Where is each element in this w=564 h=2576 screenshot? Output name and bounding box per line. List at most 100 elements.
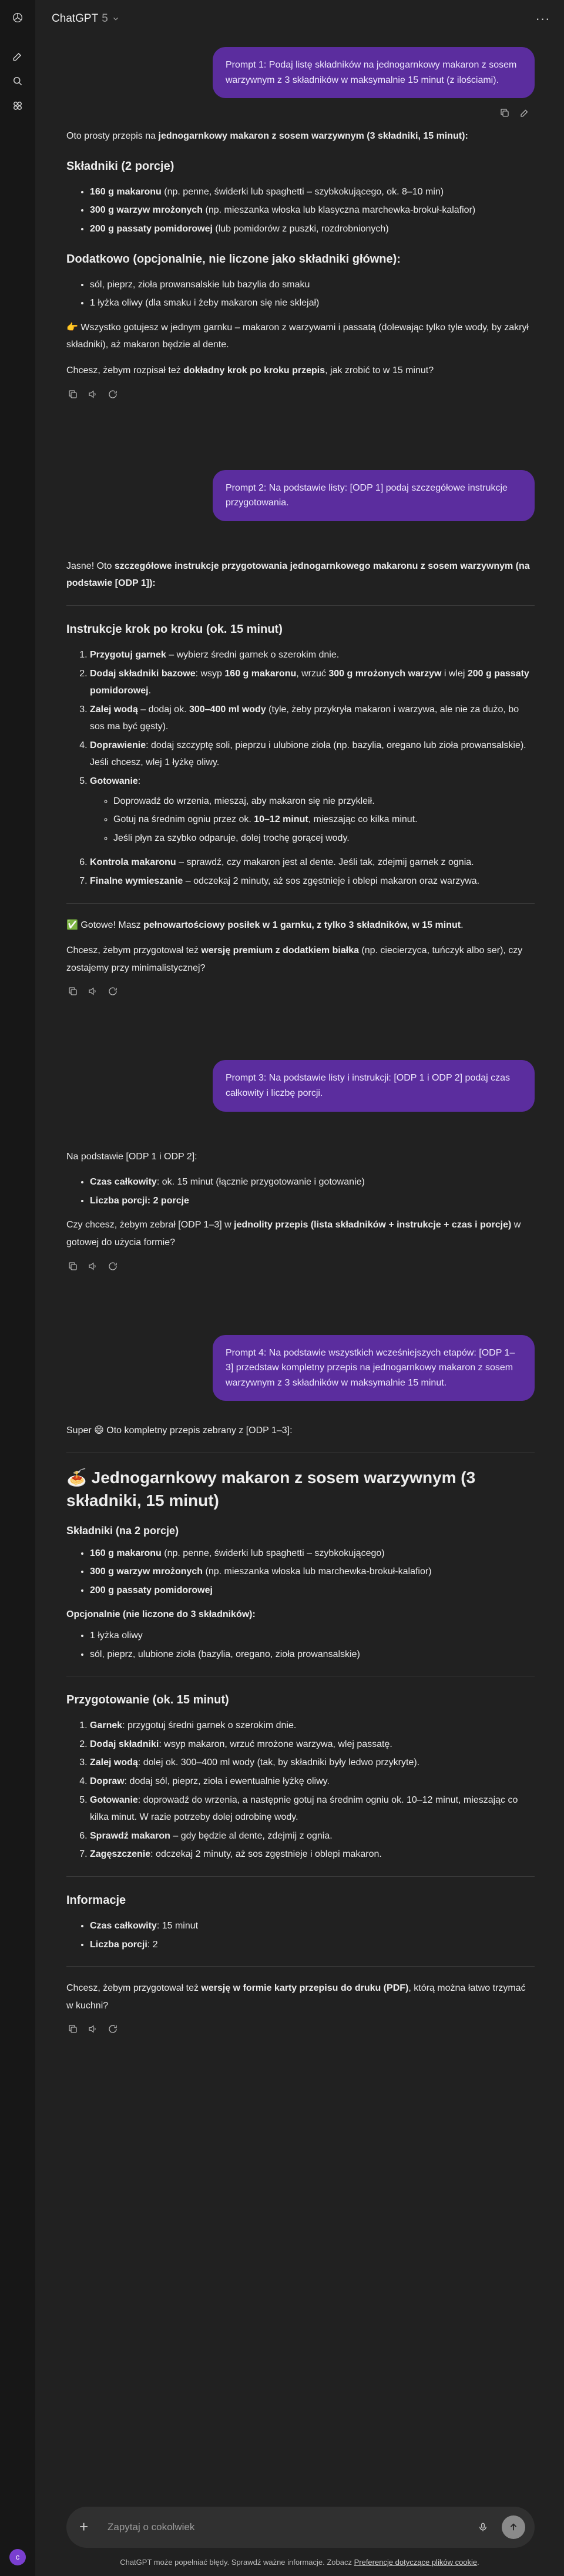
divider [66, 903, 535, 904]
user-bubble: Prompt 1: Podaj listę składników na jedn… [213, 47, 535, 99]
assistant-message: Jasne! Oto szczegółowe instrukcje przygo… [66, 558, 535, 998]
list-item: Liczba porcji: 2 [90, 1936, 535, 1954]
list-item: Gotuj na średnim ogniu przez ok. 10–12 m… [113, 811, 535, 829]
library-icon[interactable] [9, 98, 26, 114]
user-bubble: Prompt 2: Na podstawie listy: [ODP 1] po… [213, 469, 535, 521]
copy-icon[interactable] [66, 388, 79, 401]
paragraph: ✅ Gotowe! Masz pełnowartościowy posiłek … [66, 920, 464, 930]
cookie-preferences-link[interactable]: Preferencje dotyczące plików cookie [354, 2558, 478, 2567]
copy-icon[interactable] [498, 106, 511, 119]
copy-icon[interactable] [66, 1260, 79, 1273]
speaker-icon[interactable] [86, 388, 99, 401]
paragraph: Czy chcesz, żebym zebrał [ODP 1–3] w jed… [66, 1220, 521, 1247]
avatar[interactable]: c [9, 2549, 26, 2565]
edit-icon[interactable] [518, 106, 531, 119]
regenerate-icon[interactable] [106, 388, 119, 401]
section-heading: Składniki (2 porcje) [66, 159, 174, 173]
recipe-title: 🍝 Jednogarnkowy makaron z sosem warzywny… [66, 1468, 476, 1510]
openai-logo-icon[interactable] [9, 9, 26, 26]
list-item: 1 łyżka oliwy [90, 1627, 535, 1645]
user-message: Prompt 3: Na podstawie listy i instrukcj… [66, 1060, 535, 1112]
user-bubble: Prompt 3: Na podstawie listy i instrukcj… [213, 1060, 535, 1112]
summary-list: Czas całkowity: ok. 15 minut (łącznie pr… [90, 1173, 535, 1209]
section-heading: Informacje [66, 1893, 126, 1907]
regenerate-icon[interactable] [106, 985, 119, 998]
paragraph: Jasne! Oto szczegółowe instrukcje przygo… [66, 561, 530, 589]
assistant-actions [66, 388, 535, 401]
speaker-icon[interactable] [86, 1260, 99, 1273]
ingredient-list: 160 g makaronu (np. penne, świderki lub … [90, 183, 535, 238]
list-item: Garnek: przygotuj średni garnek o szerok… [90, 1717, 535, 1735]
user-message-actions [66, 106, 531, 119]
assistant-actions [66, 1260, 535, 1273]
section-heading: Instrukcje krok po kroku (ok. 15 minut) [66, 622, 283, 636]
chevron-down-icon [112, 15, 120, 23]
search-icon[interactable] [9, 73, 26, 89]
model-version: 5 [102, 12, 108, 25]
list-item: Kontrola makaronu – sprawdź, czy makaron… [90, 854, 535, 871]
new-chat-icon[interactable] [9, 48, 26, 65]
list-item: Finalne wymieszanie – odczekaj 2 minuty,… [90, 873, 535, 890]
more-options-icon[interactable]: ··· [535, 11, 551, 27]
list-item: Zagęszczenie: odczekaj 2 minuty, aż sos … [90, 1846, 535, 1863]
regenerate-icon[interactable] [106, 2022, 119, 2035]
paragraph: Chcesz, żebym przygotował też wersję w f… [66, 1983, 526, 2011]
conversation: Prompt 1: Podaj listę składników na jedn… [66, 38, 535, 2035]
list-item: 200 g passaty pomidorowej [90, 1582, 535, 1599]
list-item: Zalej wodą – dodaj ok. 300–400 ml wody (… [90, 701, 535, 736]
message-composer: + [66, 2507, 535, 2548]
assistant-message: Super 😄 Oto kompletny przepis zebrany z … [66, 1422, 535, 2035]
list-item: Zalej wodą: dolej ok. 300–400 ml wody (t… [90, 1754, 535, 1772]
send-button[interactable] [502, 2515, 525, 2539]
regenerate-icon[interactable] [106, 1260, 119, 1273]
list-item: 300 g warzyw mrożonych (np. mieszanka wł… [90, 1563, 535, 1581]
section-heading: Opcjonalnie (nie liczone do 3 składników… [66, 1609, 256, 1620]
paragraph: Super 😄 Oto kompletny przepis zebrany z … [66, 1425, 293, 1436]
list-item: Doprawienie: dodaj szczyptę soli, pieprz… [90, 737, 535, 772]
user-bubble: Prompt 4: Na podstawie wszystkich wcześn… [213, 1334, 535, 1401]
list-item: Przygotuj garnek – wybierz średni garnek… [90, 646, 535, 664]
prompt-input[interactable] [108, 2521, 475, 2533]
model-name: ChatGPT [52, 12, 99, 25]
speaker-icon[interactable] [86, 2022, 99, 2035]
list-item: sól, pieprz, zioła prowansalskie lub baz… [90, 276, 535, 294]
section-heading: Przygotowanie (ok. 15 minut) [66, 1693, 229, 1707]
list-item: sól, pieprz, ulubione zioła (bazylia, or… [90, 1646, 535, 1663]
assistant-actions [66, 985, 535, 998]
paragraph: Oto prosty przepis na jednogarnkowy maka… [66, 131, 468, 142]
extra-list: sól, pieprz, zioła prowansalskie lub baz… [90, 276, 535, 312]
divider [66, 1966, 535, 1967]
list-item: Gotowanie: Doprowadź do wrzenia, mieszaj… [90, 773, 535, 847]
microphone-icon[interactable] [475, 2521, 491, 2533]
steps-list: Garnek: przygotuj średni garnek o szerok… [90, 1717, 535, 1863]
model-selector[interactable]: ChatGPT 5 [52, 9, 120, 28]
copy-icon[interactable] [66, 985, 79, 998]
list-item: Jeśli płyn za szybko odparuje, dolej tro… [113, 830, 535, 847]
copy-icon[interactable] [66, 2022, 79, 2035]
list-item: Dopraw: dodaj sól, pieprz, zioła i ewent… [90, 1773, 535, 1790]
list-item: 160 g makaronu (np. penne, świderki lub … [90, 183, 535, 201]
paragraph: Chcesz, żebym rozpisał też dokładny krok… [66, 365, 434, 375]
list-item: Czas całkowity: 15 minut [90, 1917, 535, 1935]
list-item: 200 g passaty pomidorowej (lub pomidorów… [90, 220, 535, 238]
steps-list: Przygotuj garnek – wybierz średni garnek… [90, 646, 535, 890]
section-heading: Dodatkowo (opcjonalnie, nie liczone jako… [66, 252, 401, 266]
plus-icon[interactable]: + [79, 2514, 96, 2541]
list-item: 1 łyżka oliwy (dla smaku i żeby makaron … [90, 294, 535, 312]
divider [66, 1876, 535, 1877]
disclaimer: ChatGPT może popełniać błędy. Sprawdź wa… [120, 2558, 479, 2567]
user-message: Prompt 1: Podaj listę składników na jedn… [66, 47, 535, 99]
paragraph: Na podstawie [ODP 1 i ODP 2]: [66, 1151, 197, 1162]
list-item: Liczba porcji: 2 porcje [90, 1192, 535, 1210]
list-item: Dodaj składniki bazowe: wsyp 160 g makar… [90, 665, 535, 700]
assistant-message: Oto prosty przepis na jednogarnkowy maka… [66, 128, 535, 400]
speaker-icon[interactable] [86, 985, 99, 998]
info-list: Czas całkowity: 15 minut Liczba porcji: … [90, 1917, 535, 1953]
sub-list: Doprowadź do wrzenia, mieszaj, aby makar… [113, 793, 535, 847]
list-item: Gotowanie: doprowadź do wrzenia, a nastę… [90, 1792, 535, 1826]
list-item: Dodaj składniki: wsyp makaron, wrzuć mro… [90, 1736, 535, 1753]
list-item: 160 g makaronu (np. penne, świderki lub … [90, 1545, 535, 1562]
list-item: Czas całkowity: ok. 15 minut (łącznie pr… [90, 1173, 535, 1191]
divider [66, 605, 535, 606]
list-item: Sprawdź makaron – gdy będzie al dente, z… [90, 1827, 535, 1845]
